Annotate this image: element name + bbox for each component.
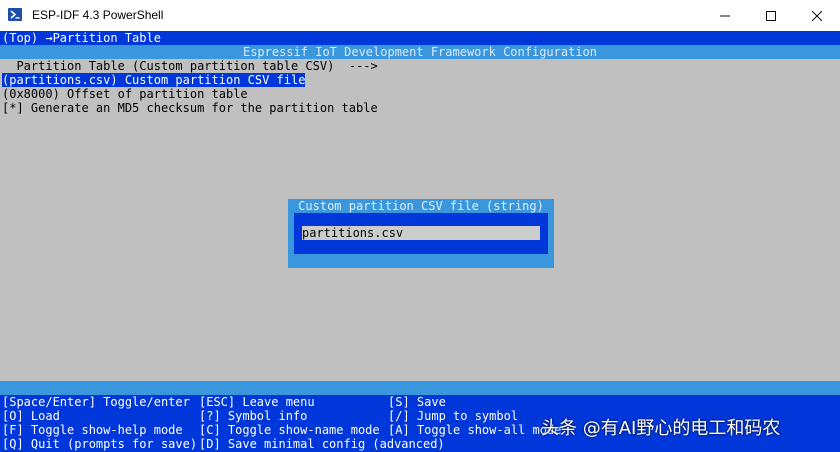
minimize-button[interactable]	[702, 0, 748, 31]
window-title: ESP-IDF 4.3 PowerShell	[32, 8, 164, 22]
dialog-title: Custom partition CSV file (string)	[298, 199, 544, 213]
title-bar: ESP-IDF 4.3 PowerShell	[0, 0, 840, 32]
help-save: [S] Save	[388, 395, 446, 409]
menu-item-custom-csv[interactable]: (partitions.csv) Custom partition CSV fi…	[2, 73, 306, 87]
header-title: Espressif IoT Development Framework Conf…	[242, 45, 597, 59]
minimize-icon	[720, 15, 730, 16]
breadcrumb: (Top) →Partition Table	[2, 31, 161, 45]
close-button[interactable]	[794, 0, 840, 31]
watermark: 头条 @有AI野心的电工和码农	[541, 418, 781, 439]
menu-item-partition-table[interactable]: Partition Table (Custom partition table …	[2, 59, 377, 73]
help-quit: [Q] Quit (prompts for save)	[2, 437, 198, 451]
csv-filename-input[interactable]	[302, 226, 540, 240]
help-jump: [/] Jump to symbol	[388, 409, 519, 423]
help-symbol-info: [?] Symbol info	[199, 409, 308, 423]
help-show-help: [F] Toggle show-help mode	[2, 423, 183, 437]
help-save-minimal: [D] Save minimal config (advanced)	[199, 437, 445, 451]
header-bar: Espressif IoT Development Framework Conf…	[0, 45, 840, 59]
help-show-name: [C] Toggle show-name mode	[199, 423, 380, 437]
maximize-icon	[766, 10, 776, 21]
close-icon	[812, 10, 822, 21]
breadcrumb-bar: (Top) →Partition Table	[0, 31, 840, 45]
help-load: [O] Load	[2, 409, 60, 423]
dialog-body	[294, 213, 548, 254]
maximize-button[interactable]	[748, 0, 794, 31]
powershell-icon	[8, 8, 22, 21]
help-show-all: [A] Toggle show-all mode	[388, 423, 562, 437]
menu-item-md5-checksum[interactable]: [*] Generate an MD5 checksum for the par…	[2, 101, 378, 115]
help-space-enter: [Space/Enter] Toggle/enter	[2, 395, 190, 409]
help-esc: [ESC] Leave menu	[199, 395, 315, 409]
menu-item-offset[interactable]: (0x8000) Offset of partition table	[2, 87, 248, 101]
bottom-separator	[0, 381, 840, 395]
string-input-dialog: Custom partition CSV file (string)	[288, 199, 554, 268]
